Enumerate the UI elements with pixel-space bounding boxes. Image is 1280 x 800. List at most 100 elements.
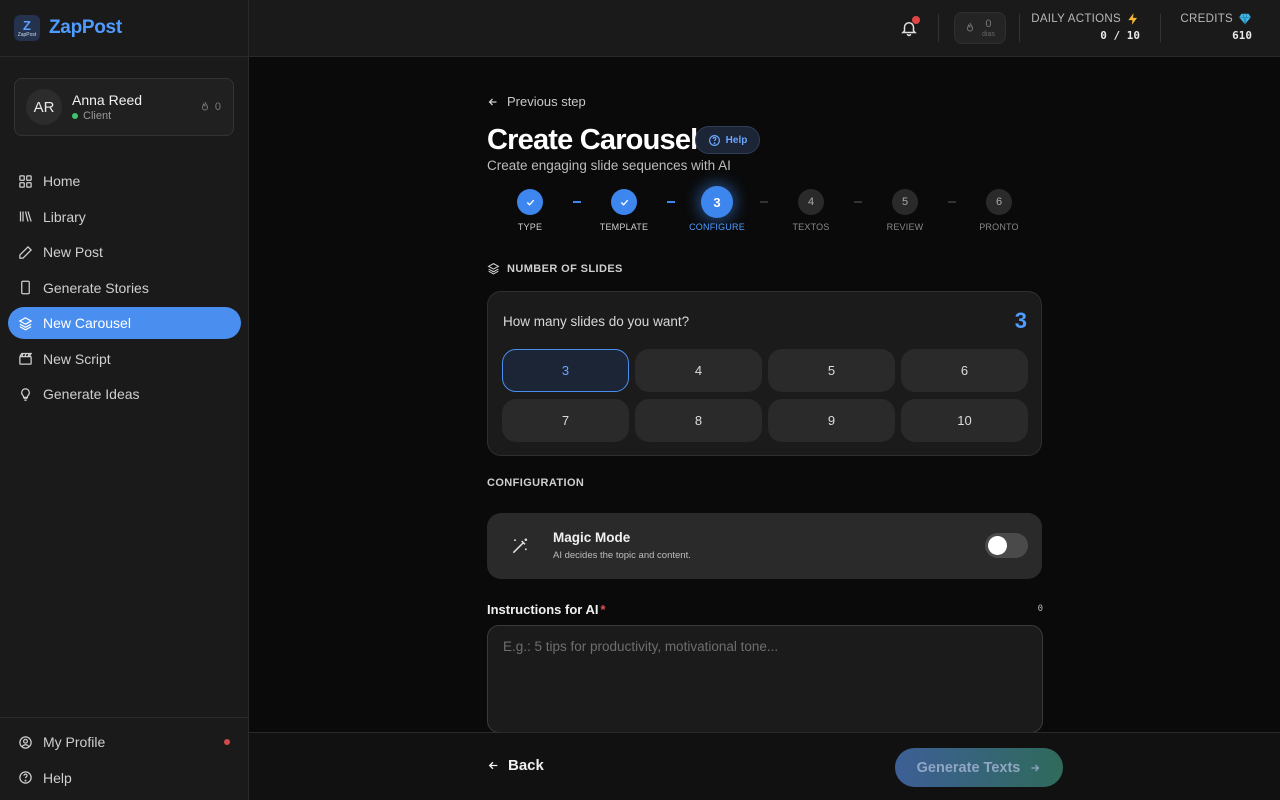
sidebar-item-new-carousel[interactable]: New Carousel	[8, 307, 241, 339]
help-circle-icon	[708, 134, 720, 146]
sidebar-item-new-post[interactable]: New Post	[8, 236, 241, 268]
daily-actions: DAILY ACTIONS 0 / 10	[1031, 12, 1140, 42]
slide-option-6[interactable]: 6	[901, 349, 1028, 392]
sidebar-item-label: New Script	[43, 350, 111, 367]
step-label: PRONTO	[979, 222, 1019, 232]
slides-section-label: NUMBER OF SLIDES	[487, 262, 623, 275]
magic-mode-card[interactable]: Magic Mode AI decides the topic and cont…	[487, 513, 1042, 579]
user-info: Anna Reed Client	[72, 92, 199, 122]
sidebar-item-generate-stories[interactable]: Generate Stories	[8, 272, 241, 304]
daily-actions-label: DAILY ACTIONS	[1031, 13, 1121, 25]
slides-selected-count: 3	[1014, 308, 1027, 333]
streak-value: 0 dias	[982, 17, 995, 38]
flame-icon	[966, 22, 974, 32]
credits-label: CREDITS	[1180, 13, 1233, 25]
divider	[1019, 14, 1020, 42]
layers-icon	[18, 316, 33, 330]
user-role: Client	[72, 110, 199, 122]
step-textos[interactable]: 4 TEXTOS	[771, 186, 851, 232]
arrow-right-icon	[1031, 764, 1040, 771]
check-icon	[620, 199, 628, 206]
step-number: 4	[798, 189, 824, 215]
step-label: REVIEW	[886, 222, 924, 232]
slide-option-9[interactable]: 9	[768, 399, 895, 442]
profile-notification-dot	[224, 739, 230, 745]
help-button[interactable]: Help	[695, 126, 760, 154]
slide-option-7[interactable]: 7	[502, 399, 629, 442]
user-role-label: Client	[83, 110, 112, 122]
grid-icon	[19, 174, 32, 188]
step-connector	[760, 201, 768, 203]
sidebar-item-library[interactable]: Library	[8, 201, 241, 233]
magic-mode-subtitle: AI decides the topic and content.	[553, 550, 691, 561]
sidebar-item-label: New Post	[43, 244, 103, 260]
sidebar-item-label: Library	[43, 208, 86, 225]
sidebar-item-home[interactable]: Home	[8, 165, 241, 197]
step-review[interactable]: 5 REVIEW	[865, 186, 945, 232]
online-status-dot	[72, 113, 78, 119]
step-type[interactable]: TYPE	[490, 186, 570, 232]
slide-option-10[interactable]: 10	[901, 399, 1028, 442]
notification-dot	[912, 16, 920, 24]
flame-icon	[201, 101, 208, 111]
credits-value: 610	[1232, 29, 1252, 42]
step-configure[interactable]: 3 CONFIGURE	[677, 186, 757, 232]
instructions-input[interactable]	[487, 625, 1043, 733]
footer-bar: Back Generate Texts	[249, 732, 1280, 800]
user-circle-icon	[19, 735, 32, 749]
lightning-icon	[1128, 13, 1138, 25]
magic-mode-toggle[interactable]	[985, 533, 1028, 558]
magic-mode-title: Magic Mode	[553, 530, 631, 545]
back-button[interactable]: Back	[487, 757, 544, 774]
sidebar-item-generate-ideas[interactable]: Generate Ideas	[8, 378, 241, 410]
slide-option-3[interactable]: 3	[502, 349, 629, 392]
user-name: Anna Reed	[72, 92, 143, 108]
brand[interactable]: Z ZapPost ZapPost	[0, 0, 248, 57]
step-label: TEXTOS	[792, 222, 830, 232]
arrow-left-icon	[488, 98, 497, 105]
sidebar-item-label: Generate Ideas	[43, 386, 140, 402]
sidebar-item-label: New Carousel	[43, 315, 131, 331]
step-label: TEMPLATE	[599, 222, 649, 232]
generate-texts-button[interactable]: Generate Texts	[895, 748, 1063, 787]
step-number: 6	[986, 189, 1012, 215]
help-circle-icon	[19, 771, 32, 784]
page-subtitle: Create engaging slide sequences with AI	[487, 158, 731, 173]
configuration-section-label: CONFIGURATION	[487, 477, 585, 489]
sidebar-item-new-script[interactable]: New Script	[8, 343, 241, 375]
brand-name: ZapPost	[49, 17, 122, 38]
stepper: TYPE TEMPLATE 3 CONFIGURE 4 TEXTOS 5 REV…	[487, 186, 1043, 236]
step-template[interactable]: TEMPLATE	[584, 186, 664, 232]
credits: CREDITS 610	[1180, 12, 1252, 42]
slide-option-5[interactable]: 5	[768, 349, 895, 392]
sidebar-item-label: Home	[43, 173, 81, 189]
sidebar-item-my-profile[interactable]: My Profile	[8, 726, 240, 758]
sidebar: Z ZapPost ZapPost AR Anna Reed Client 0 …	[0, 0, 249, 800]
required-mark: *	[600, 602, 606, 617]
slide-option-4[interactable]: 4	[635, 349, 762, 392]
slides-card: How many slides do you want? 3 3 4 5 6 7…	[487, 291, 1042, 456]
user-streak-count: 0	[214, 101, 221, 113]
slide-option-8[interactable]: 8	[635, 399, 762, 442]
sidebar-item-label: My Profile	[43, 734, 106, 750]
user-card[interactable]: AR Anna Reed Client 0	[14, 78, 234, 136]
magic-wand-icon	[512, 538, 528, 554]
sidebar-item-label: Help	[43, 769, 72, 786]
step-pronto[interactable]: 6 PRONTO	[959, 186, 1039, 232]
topbar: 0 dias DAILY ACTIONS 0 / 10 CREDITS 610	[249, 0, 1280, 57]
toggle-knob	[988, 536, 1007, 555]
lightbulb-icon	[21, 387, 30, 401]
avatar: AR	[26, 89, 62, 125]
step-connector	[854, 201, 862, 203]
page-title: Create Carousel	[487, 124, 698, 156]
library-icon	[19, 211, 32, 222]
divider	[1160, 14, 1161, 42]
user-streak: 0	[199, 101, 221, 113]
step-label: TYPE	[517, 222, 543, 232]
sidebar-item-help[interactable]: Help	[8, 762, 240, 794]
streak-counter[interactable]: 0 dias	[954, 12, 1006, 44]
step-connector	[948, 201, 956, 203]
daily-actions-value: 0 / 10	[1100, 29, 1140, 42]
check-icon	[526, 199, 534, 206]
previous-step-link[interactable]: Previous step	[487, 94, 586, 109]
